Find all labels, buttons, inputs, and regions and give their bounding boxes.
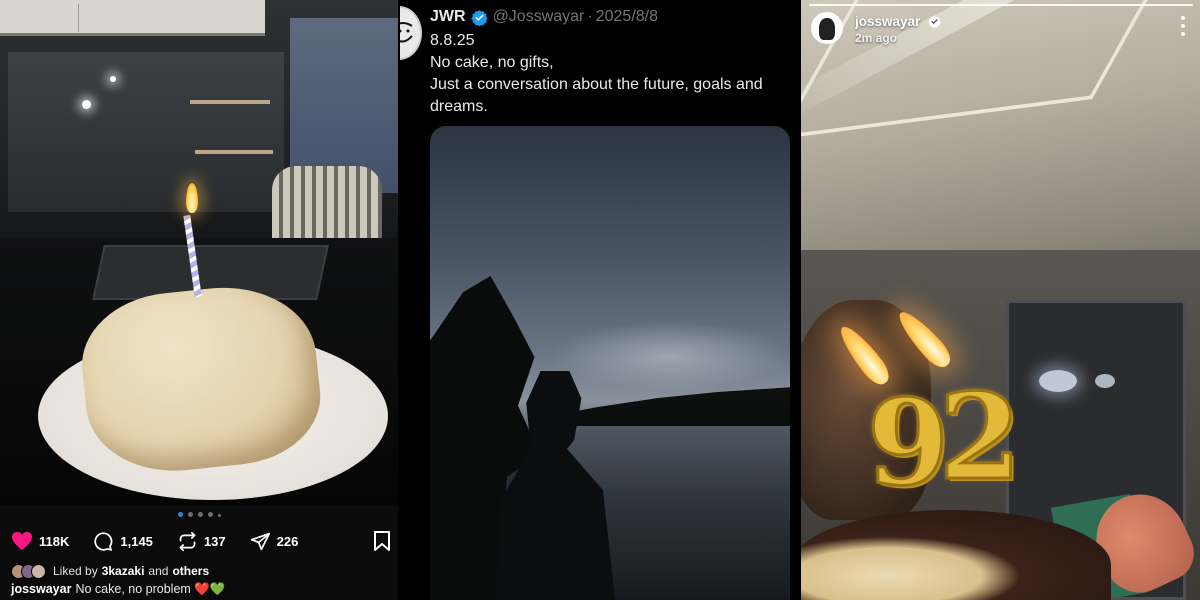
clouds bbox=[550, 321, 790, 391]
tweet-header: JWR @Josswayar · 2025/8/8 bbox=[430, 6, 658, 28]
face-icon bbox=[400, 22, 413, 43]
more-options-icon[interactable] bbox=[1180, 16, 1186, 36]
kitchen-background bbox=[8, 52, 284, 212]
ceiling-light bbox=[110, 76, 116, 82]
photo-post-panel: 118K 1,145 137 226 Liked by 3kazaki and … bbox=[0, 0, 398, 600]
like-count: 118K bbox=[39, 533, 70, 549]
tweet-date[interactable]: 2025/8/8 bbox=[596, 8, 658, 26]
carousel-indicator bbox=[0, 512, 398, 517]
number-candle-2: 2 bbox=[937, 367, 1022, 506]
story-username[interactable]: josswayar bbox=[855, 14, 920, 29]
caption-text: No cake, no problem ❤️💚 bbox=[75, 582, 226, 596]
repost-count: 137 bbox=[203, 533, 226, 549]
caption-username[interactable]: josswayar bbox=[11, 582, 71, 596]
shelf bbox=[195, 150, 273, 154]
tweet-line: 8.8.25 bbox=[430, 32, 475, 49]
verified-badge-icon bbox=[928, 15, 942, 28]
tweet-handle[interactable]: @Josswayar bbox=[493, 8, 585, 26]
tweet-photo-lake-silhouette[interactable] bbox=[430, 126, 790, 600]
avatar bbox=[31, 563, 46, 579]
carousel-dot bbox=[217, 514, 221, 517]
verified-badge-icon bbox=[470, 9, 488, 26]
repost-button[interactable]: 137 bbox=[177, 531, 226, 552]
liked-by-user-link[interactable]: 3kazaki bbox=[102, 564, 145, 578]
share-button[interactable]: 226 bbox=[250, 531, 299, 552]
tweet-line: No cake, no gifts, bbox=[430, 54, 554, 71]
comment-button[interactable]: 1,145 bbox=[93, 531, 153, 552]
liked-by-others-link[interactable]: others bbox=[172, 564, 209, 578]
story-panel: 9 2 josswayar 2m ago bbox=[801, 0, 1200, 600]
share-icon bbox=[250, 532, 270, 550]
liked-by-label: Liked by bbox=[53, 564, 98, 578]
repost-icon bbox=[179, 531, 196, 551]
bookmark-icon bbox=[374, 531, 390, 551]
striped-chair bbox=[272, 166, 382, 244]
tweet-display-name[interactable]: JWR bbox=[430, 8, 466, 26]
story-user: josswayar bbox=[855, 13, 946, 29]
liker-avatars[interactable] bbox=[11, 563, 46, 579]
carousel-dot bbox=[177, 512, 183, 517]
post-caption: josswayar No cake, no problem ❤️💚 bbox=[11, 582, 391, 597]
tweet-line: Just a conversation about the future, go… bbox=[430, 76, 763, 115]
heart-icon bbox=[12, 531, 32, 551]
story-progress-bar bbox=[809, 4, 1193, 6]
shelf bbox=[190, 100, 270, 104]
cabinet bbox=[0, 0, 265, 36]
cabinet-light bbox=[1095, 374, 1115, 388]
like-button[interactable]: 118K bbox=[11, 531, 69, 551]
bookmark-button[interactable] bbox=[373, 530, 391, 557]
carousel-dot bbox=[197, 512, 203, 517]
post-action-bar: 118K 1,145 137 226 bbox=[11, 530, 391, 552]
liked-by-and: and bbox=[148, 564, 169, 578]
tweet-text: 8.8.25 No cake, no gifts, Just a convers… bbox=[430, 30, 794, 118]
post-photo-bun-with-candle[interactable] bbox=[0, 0, 398, 505]
ceiling-light bbox=[82, 100, 91, 109]
comment-icon bbox=[94, 531, 113, 551]
carousel-dot bbox=[187, 512, 193, 517]
tweet-panel: JWR @Josswayar · 2025/8/8 8.8.25 No cake… bbox=[400, 0, 800, 600]
share-count: 226 bbox=[276, 533, 299, 549]
tweet-avatar[interactable] bbox=[400, 6, 422, 60]
tweet-separator: · bbox=[587, 8, 593, 25]
story-timestamp: 2m ago bbox=[855, 31, 898, 45]
liked-by-row: Liked by 3kazaki and others bbox=[11, 563, 391, 579]
cabinet-light bbox=[1039, 370, 1077, 392]
story-avatar[interactable] bbox=[811, 12, 843, 44]
comment-count: 1,145 bbox=[120, 533, 153, 549]
number-candle-9: 9 bbox=[865, 373, 950, 512]
carousel-dot bbox=[207, 512, 213, 517]
